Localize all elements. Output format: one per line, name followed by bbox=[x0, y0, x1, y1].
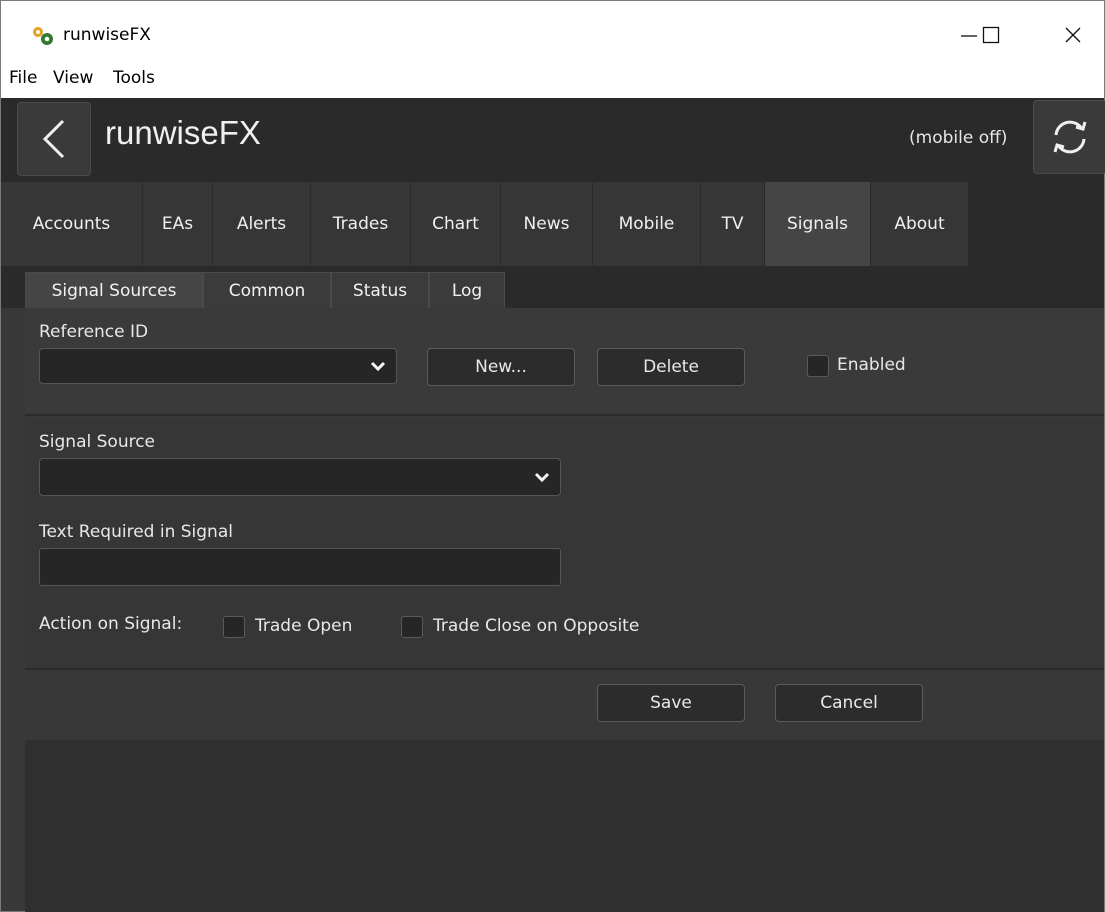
tab-trades[interactable]: Trades bbox=[311, 182, 411, 266]
tab-about[interactable]: About bbox=[871, 182, 969, 266]
empty-area bbox=[25, 740, 1104, 912]
chevron-down-icon bbox=[534, 472, 550, 483]
text-required-label: Text Required in Signal bbox=[39, 522, 233, 542]
reference-panel: Reference ID New... Delete Enabled bbox=[25, 308, 1104, 414]
main-tab-bar: Accounts EAs Alerts Trades Chart News Mo… bbox=[1, 182, 1104, 266]
trade-close-checkbox[interactable] bbox=[401, 616, 423, 638]
tab-alerts[interactable]: Alerts bbox=[213, 182, 311, 266]
signal-source-panel: Signal Source Text Required in Signal Ac… bbox=[25, 418, 1104, 668]
enabled-checkbox[interactable] bbox=[807, 355, 829, 377]
tab-news[interactable]: News bbox=[501, 182, 593, 266]
tab-eas[interactable]: EAs bbox=[143, 182, 213, 266]
subtab-status[interactable]: Status bbox=[331, 272, 429, 308]
gears-icon bbox=[33, 27, 53, 45]
trade-close-label: Trade Close on Opposite bbox=[433, 616, 640, 636]
subtab-common[interactable]: Common bbox=[203, 272, 331, 308]
tab-mobile[interactable]: Mobile bbox=[593, 182, 701, 266]
close-button[interactable] bbox=[1049, 13, 1097, 57]
tab-chart[interactable]: Chart bbox=[411, 182, 501, 266]
chevron-down-icon bbox=[370, 361, 386, 372]
back-button[interactable] bbox=[17, 102, 91, 176]
refresh-icon bbox=[1053, 120, 1087, 154]
subtab-signal-sources[interactable]: Signal Sources bbox=[25, 272, 203, 308]
close-icon bbox=[1065, 27, 1081, 43]
window-titlebar: runwiseFX bbox=[0, 0, 1105, 64]
action-panel: Save Cancel bbox=[25, 670, 1104, 740]
chevron-left-icon bbox=[42, 119, 65, 159]
text-required-input[interactable] bbox=[39, 548, 561, 586]
trade-open-checkbox[interactable] bbox=[223, 616, 245, 638]
new-button[interactable]: New... bbox=[427, 348, 575, 386]
mobile-status: (mobile off) bbox=[909, 128, 1008, 148]
delete-button[interactable]: Delete bbox=[597, 348, 745, 386]
reference-id-select[interactable] bbox=[39, 348, 397, 384]
save-button[interactable]: Save bbox=[597, 684, 745, 722]
app-header: runwiseFX (mobile off) bbox=[1, 98, 1105, 182]
divider bbox=[25, 414, 1104, 416]
menu-view[interactable]: View bbox=[53, 68, 93, 88]
subtab-log[interactable]: Log bbox=[429, 272, 505, 308]
action-on-signal-label: Action on Signal: bbox=[39, 614, 183, 634]
maximize-button[interactable] bbox=[967, 13, 1015, 57]
signal-source-select[interactable] bbox=[39, 458, 561, 496]
tab-signals[interactable]: Signals bbox=[765, 182, 871, 266]
window-title: runwiseFX bbox=[63, 25, 151, 45]
refresh-button[interactable] bbox=[1033, 100, 1105, 174]
menu-file[interactable]: File bbox=[9, 68, 37, 88]
trade-open-label: Trade Open bbox=[255, 616, 353, 636]
reference-id-label: Reference ID bbox=[39, 322, 149, 342]
menu-tools[interactable]: Tools bbox=[113, 68, 155, 88]
sub-tab-bar: Signal Sources Common Status Log bbox=[1, 266, 1104, 308]
signal-source-label: Signal Source bbox=[39, 432, 156, 452]
app-title: runwiseFX bbox=[105, 114, 261, 151]
app-client-area: runwiseFX (mobile off) Accounts EAs Aler… bbox=[0, 98, 1105, 912]
maximize-icon bbox=[982, 26, 1000, 44]
menu-bar: File View Tools bbox=[0, 64, 1105, 98]
tab-tv[interactable]: TV bbox=[701, 182, 765, 266]
enabled-label: Enabled bbox=[837, 355, 906, 375]
tab-accounts[interactable]: Accounts bbox=[1, 182, 143, 266]
cancel-button[interactable]: Cancel bbox=[775, 684, 923, 722]
